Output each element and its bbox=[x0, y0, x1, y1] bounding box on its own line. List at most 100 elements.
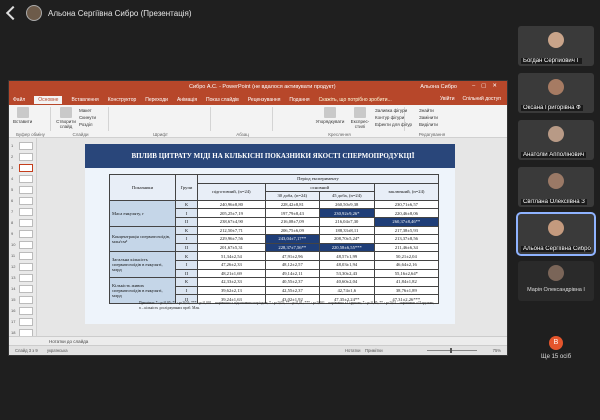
tab-transitions[interactable]: Переходи bbox=[145, 97, 168, 103]
table-row: Загальна кількість сперматозоїдів в еяку… bbox=[109, 251, 440, 279]
arrange-button[interactable]: Упорядкувати bbox=[315, 107, 345, 124]
value-cell: 47,26±2,33 bbox=[197, 259, 266, 270]
table-body: Маса еякуляту, г К 240,96±8,80 228,42±8,81 2… bbox=[109, 199, 440, 304]
slide-canvas[interactable]: ВПЛИВ ЦИТРАТУ МІДІ НА КІЛЬКІСНІ ПОКАЗНИК… bbox=[85, 144, 455, 324]
slide-thumbnail[interactable] bbox=[19, 208, 33, 216]
value-cell: 205,25±7,19 bbox=[197, 208, 266, 218]
slide-thumbnail[interactable] bbox=[19, 307, 33, 315]
slide-thumbnail[interactable] bbox=[19, 296, 33, 304]
participant-tile[interactable]: Світлана Олексіївна З bbox=[518, 167, 594, 207]
value-cell: 48,03±1,94 bbox=[318, 259, 375, 270]
paste-button[interactable]: Вставити bbox=[13, 107, 32, 124]
value-cell: 212,50±7,71 bbox=[197, 225, 266, 236]
value-cell: 39,62±2,13 bbox=[197, 285, 266, 296]
powerpoint-title-bar: Сибро А.С. - PowerPoint (не вдалося акти… bbox=[9, 81, 507, 94]
slide-thumbnail[interactable] bbox=[19, 241, 33, 249]
zoom-level[interactable]: 75% bbox=[493, 348, 501, 353]
participant-name: Марія Олександрівна І bbox=[527, 287, 585, 293]
language-indicator[interactable]: українська bbox=[47, 348, 68, 353]
value-cell: 213,37±8,56 bbox=[373, 234, 440, 244]
meeting-window: Альона Сергіївна Сибро (Презентація) Сиб… bbox=[0, 0, 600, 420]
slide-thumbnail[interactable] bbox=[19, 186, 33, 194]
new-slide-button[interactable]: Створити слайд bbox=[55, 107, 77, 129]
slide-thumbnail[interactable] bbox=[19, 142, 33, 150]
editing-group: Знайти Замінити Виділити Редагування bbox=[407, 107, 457, 137]
slide-thumbnail[interactable] bbox=[19, 197, 33, 205]
layout-button[interactable]: Макет bbox=[79, 108, 92, 113]
tab-slideshow[interactable]: Показ слайдів bbox=[206, 97, 239, 103]
zoom-slider[interactable] bbox=[427, 350, 477, 351]
sign-in-link[interactable]: Увійти bbox=[440, 96, 455, 102]
shared-screen: Сибро А.С. - PowerPoint (не вдалося акти… bbox=[8, 80, 508, 356]
slide-thumbnail[interactable] bbox=[19, 219, 33, 227]
value-cell: 240,96±8,80 bbox=[197, 199, 266, 210]
find-button[interactable]: Знайти bbox=[419, 108, 434, 113]
results-table: Показники Групи Період експерименту підг… bbox=[109, 174, 440, 304]
participant-tile[interactable]: Марія Олександрівна І bbox=[518, 261, 594, 301]
slide-thumbnail[interactable] bbox=[19, 175, 33, 183]
arrange-label: Упорядкувати bbox=[315, 119, 345, 124]
back-arrow-icon[interactable] bbox=[5, 5, 21, 21]
slide-thumbnail[interactable] bbox=[19, 274, 33, 282]
section-button[interactable]: Розділ bbox=[79, 122, 92, 127]
group-cell: I bbox=[175, 208, 198, 218]
group-cell: I bbox=[175, 234, 198, 244]
participant-name: Оксана Григорівна Ф bbox=[521, 105, 583, 111]
participant-tile[interactable]: Анатолій Апполінович bbox=[518, 120, 594, 160]
participant-tile-active[interactable]: Альона Сергіївна Сибро bbox=[516, 212, 596, 256]
comments-toggle[interactable]: Примітки bbox=[365, 348, 383, 353]
editing-label: Редагування bbox=[418, 132, 446, 137]
slide-number: 9 bbox=[11, 231, 14, 236]
tab-review[interactable]: Рецензування bbox=[248, 97, 281, 103]
slide-thumbnail[interactable] bbox=[19, 318, 33, 326]
notes-toggle[interactable]: Нотатки bbox=[345, 348, 360, 353]
header-final: заключний, (n=24) bbox=[373, 182, 440, 201]
slide-thumbnail[interactable] bbox=[19, 164, 33, 172]
zoom-slider-handle[interactable] bbox=[450, 348, 452, 353]
slide-thumbnail[interactable] bbox=[19, 153, 33, 161]
header-prep: підготовчий, (n=24) bbox=[197, 182, 266, 201]
slide-thumbnail[interactable] bbox=[19, 230, 33, 238]
table-note: Примітки: * - p<0,05; ** - p<0,01; *** -… bbox=[139, 301, 435, 310]
shape-fill-button[interactable]: Заливка фігури bbox=[375, 108, 407, 113]
slide-number: 4 bbox=[11, 176, 14, 181]
tab-animations[interactable]: Анімація bbox=[177, 97, 197, 103]
tab-file[interactable]: Файл bbox=[13, 97, 25, 103]
tab-view[interactable]: Подання bbox=[289, 97, 309, 103]
participant-tile[interactable]: Оксана Григорівна Ф bbox=[518, 73, 594, 113]
header-main: основний bbox=[264, 182, 375, 193]
tell-me-box[interactable]: Скажіть, що потрібно зробити... bbox=[319, 97, 392, 103]
notes-pane[interactable]: Нотатки до слайда bbox=[9, 336, 507, 345]
group-cell: К bbox=[175, 251, 198, 261]
tab-design[interactable]: Конструктор bbox=[108, 97, 137, 103]
participant-tile[interactable]: Богдан Сергійович Г bbox=[518, 26, 594, 66]
select-button[interactable]: Виділити bbox=[419, 122, 438, 127]
shape-outline-button[interactable]: Контур фігури bbox=[375, 115, 404, 120]
slide-thumbnail[interactable] bbox=[19, 263, 33, 271]
slide-number: 7 bbox=[11, 209, 14, 214]
slide-thumbnail[interactable] bbox=[19, 252, 33, 260]
paste-icon bbox=[16, 107, 29, 118]
share-link[interactable]: Спільний доступ bbox=[463, 96, 501, 102]
replace-button[interactable]: Замінити bbox=[419, 115, 438, 120]
slide-thumbnail[interactable] bbox=[19, 285, 33, 293]
value-cell: 50,21±2,04 bbox=[373, 251, 440, 261]
value-cell: 230,92±9,26* bbox=[318, 208, 375, 218]
value-cell: 41,84±1,82 bbox=[373, 277, 440, 287]
more-participants[interactable]: В Ще 15 осіб bbox=[518, 336, 594, 360]
window-controls[interactable]: –▢✕ bbox=[472, 83, 503, 89]
tab-home[interactable]: Основне bbox=[34, 95, 63, 104]
slide-thumbnails: 1 2 3 4 5 6 7 8 9 10 11 12 13 14 15 16 17 18 bbox=[9, 138, 37, 337]
value-cell: 260,37±8,46** bbox=[373, 216, 440, 227]
slide-number: 3 bbox=[11, 165, 14, 170]
indicator-label: Маса еякуляту, г bbox=[109, 199, 176, 227]
value-cell: 216,08±7,09 bbox=[264, 216, 320, 227]
quick-styles-button[interactable]: Експрес-стилі bbox=[347, 107, 373, 129]
header-main-30: 30 доба, (n=24) bbox=[264, 191, 320, 201]
reset-button[interactable]: Скинути bbox=[79, 115, 96, 120]
slide-title: ВПЛИВ ЦИТРАТУ МІДІ НА КІЛЬКІСНІ ПОКАЗНИК… bbox=[131, 152, 415, 160]
tab-insert[interactable]: Вставлення bbox=[71, 97, 98, 103]
value-cell: 206,75±6,09 bbox=[264, 225, 320, 236]
quick-styles-icon bbox=[354, 107, 366, 118]
new-slide-icon bbox=[60, 107, 72, 118]
